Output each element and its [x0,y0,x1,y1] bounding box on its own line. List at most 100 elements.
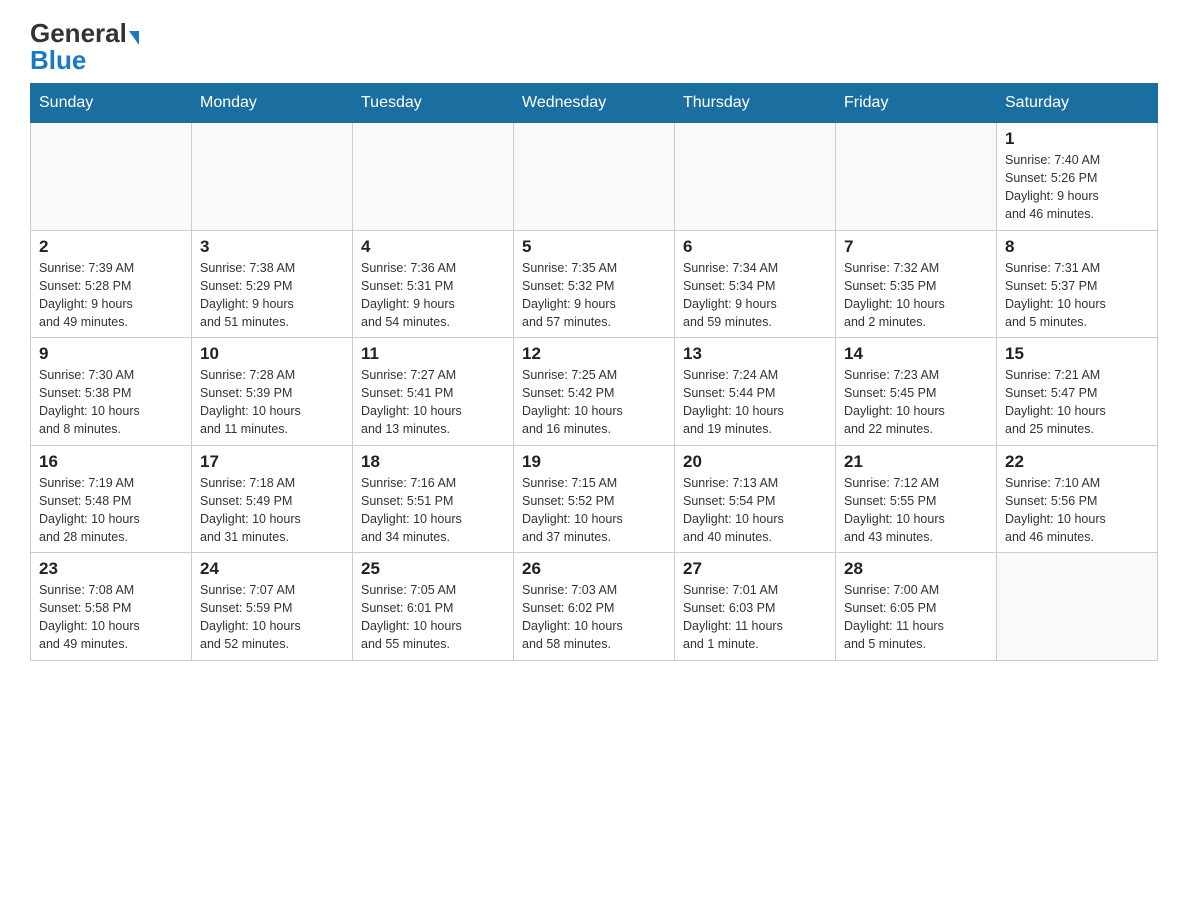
day-sun-info: Sunrise: 7:18 AM Sunset: 5:49 PM Dayligh… [200,474,344,547]
weekday-header-saturday: Saturday [997,84,1158,123]
calendar-cell: 23Sunrise: 7:08 AM Sunset: 5:58 PM Dayli… [31,553,192,661]
logo: General Blue [30,20,139,73]
day-sun-info: Sunrise: 7:21 AM Sunset: 5:47 PM Dayligh… [1005,366,1149,439]
calendar-cell [836,123,997,231]
calendar-cell [514,123,675,231]
day-number: 4 [361,237,505,257]
calendar-cell [675,123,836,231]
day-number: 18 [361,452,505,472]
calendar-cell: 4Sunrise: 7:36 AM Sunset: 5:31 PM Daylig… [353,230,514,338]
day-sun-info: Sunrise: 7:28 AM Sunset: 5:39 PM Dayligh… [200,366,344,439]
calendar-cell: 6Sunrise: 7:34 AM Sunset: 5:34 PM Daylig… [675,230,836,338]
weekday-header-friday: Friday [836,84,997,123]
day-number: 2 [39,237,183,257]
day-sun-info: Sunrise: 7:03 AM Sunset: 6:02 PM Dayligh… [522,581,666,654]
day-sun-info: Sunrise: 7:13 AM Sunset: 5:54 PM Dayligh… [683,474,827,547]
calendar-cell [31,123,192,231]
weekday-header-monday: Monday [192,84,353,123]
calendar-week-5: 23Sunrise: 7:08 AM Sunset: 5:58 PM Dayli… [31,553,1158,661]
day-sun-info: Sunrise: 7:00 AM Sunset: 6:05 PM Dayligh… [844,581,988,654]
day-number: 10 [200,344,344,364]
calendar-week-1: 1Sunrise: 7:40 AM Sunset: 5:26 PM Daylig… [31,123,1158,231]
calendar-cell: 19Sunrise: 7:15 AM Sunset: 5:52 PM Dayli… [514,445,675,553]
logo-triangle-icon [129,31,139,45]
day-sun-info: Sunrise: 7:36 AM Sunset: 5:31 PM Dayligh… [361,259,505,332]
calendar-cell: 21Sunrise: 7:12 AM Sunset: 5:55 PM Dayli… [836,445,997,553]
calendar-cell: 24Sunrise: 7:07 AM Sunset: 5:59 PM Dayli… [192,553,353,661]
calendar-cell: 26Sunrise: 7:03 AM Sunset: 6:02 PM Dayli… [514,553,675,661]
day-number: 27 [683,559,827,579]
day-number: 26 [522,559,666,579]
calendar-cell: 22Sunrise: 7:10 AM Sunset: 5:56 PM Dayli… [997,445,1158,553]
calendar-cell: 10Sunrise: 7:28 AM Sunset: 5:39 PM Dayli… [192,338,353,446]
day-number: 12 [522,344,666,364]
day-sun-info: Sunrise: 7:05 AM Sunset: 6:01 PM Dayligh… [361,581,505,654]
day-sun-info: Sunrise: 7:10 AM Sunset: 5:56 PM Dayligh… [1005,474,1149,547]
calendar-cell: 5Sunrise: 7:35 AM Sunset: 5:32 PM Daylig… [514,230,675,338]
day-sun-info: Sunrise: 7:07 AM Sunset: 5:59 PM Dayligh… [200,581,344,654]
calendar-table: SundayMondayTuesdayWednesdayThursdayFrid… [30,83,1158,661]
calendar-cell [192,123,353,231]
day-sun-info: Sunrise: 7:34 AM Sunset: 5:34 PM Dayligh… [683,259,827,332]
weekday-header-thursday: Thursday [675,84,836,123]
calendar-cell: 20Sunrise: 7:13 AM Sunset: 5:54 PM Dayli… [675,445,836,553]
day-number: 9 [39,344,183,364]
calendar-cell: 17Sunrise: 7:18 AM Sunset: 5:49 PM Dayli… [192,445,353,553]
calendar-cell: 18Sunrise: 7:16 AM Sunset: 5:51 PM Dayli… [353,445,514,553]
weekday-header-tuesday: Tuesday [353,84,514,123]
day-number: 17 [200,452,344,472]
day-number: 21 [844,452,988,472]
day-sun-info: Sunrise: 7:27 AM Sunset: 5:41 PM Dayligh… [361,366,505,439]
day-sun-info: Sunrise: 7:30 AM Sunset: 5:38 PM Dayligh… [39,366,183,439]
calendar-cell [997,553,1158,661]
weekday-header-row: SundayMondayTuesdayWednesdayThursdayFrid… [31,84,1158,123]
calendar-week-3: 9Sunrise: 7:30 AM Sunset: 5:38 PM Daylig… [31,338,1158,446]
calendar-week-4: 16Sunrise: 7:19 AM Sunset: 5:48 PM Dayli… [31,445,1158,553]
day-number: 25 [361,559,505,579]
day-number: 7 [844,237,988,257]
day-sun-info: Sunrise: 7:38 AM Sunset: 5:29 PM Dayligh… [200,259,344,332]
calendar-cell: 13Sunrise: 7:24 AM Sunset: 5:44 PM Dayli… [675,338,836,446]
day-sun-info: Sunrise: 7:24 AM Sunset: 5:44 PM Dayligh… [683,366,827,439]
calendar-cell: 9Sunrise: 7:30 AM Sunset: 5:38 PM Daylig… [31,338,192,446]
page-header: General Blue [30,20,1158,73]
logo-general-text: General [30,18,127,48]
day-sun-info: Sunrise: 7:23 AM Sunset: 5:45 PM Dayligh… [844,366,988,439]
calendar-cell: 11Sunrise: 7:27 AM Sunset: 5:41 PM Dayli… [353,338,514,446]
weekday-header-sunday: Sunday [31,84,192,123]
day-sun-info: Sunrise: 7:25 AM Sunset: 5:42 PM Dayligh… [522,366,666,439]
calendar-cell: 8Sunrise: 7:31 AM Sunset: 5:37 PM Daylig… [997,230,1158,338]
day-sun-info: Sunrise: 7:16 AM Sunset: 5:51 PM Dayligh… [361,474,505,547]
calendar-cell: 16Sunrise: 7:19 AM Sunset: 5:48 PM Dayli… [31,445,192,553]
day-number: 20 [683,452,827,472]
calendar-cell: 28Sunrise: 7:00 AM Sunset: 6:05 PM Dayli… [836,553,997,661]
day-sun-info: Sunrise: 7:32 AM Sunset: 5:35 PM Dayligh… [844,259,988,332]
day-number: 24 [200,559,344,579]
day-number: 15 [1005,344,1149,364]
day-sun-info: Sunrise: 7:35 AM Sunset: 5:32 PM Dayligh… [522,259,666,332]
day-number: 28 [844,559,988,579]
day-number: 13 [683,344,827,364]
calendar-cell: 2Sunrise: 7:39 AM Sunset: 5:28 PM Daylig… [31,230,192,338]
calendar-cell: 14Sunrise: 7:23 AM Sunset: 5:45 PM Dayli… [836,338,997,446]
calendar-cell: 12Sunrise: 7:25 AM Sunset: 5:42 PM Dayli… [514,338,675,446]
day-sun-info: Sunrise: 7:31 AM Sunset: 5:37 PM Dayligh… [1005,259,1149,332]
day-number: 19 [522,452,666,472]
calendar-cell: 27Sunrise: 7:01 AM Sunset: 6:03 PM Dayli… [675,553,836,661]
calendar-cell [353,123,514,231]
day-number: 16 [39,452,183,472]
calendar-cell: 15Sunrise: 7:21 AM Sunset: 5:47 PM Dayli… [997,338,1158,446]
calendar-cell: 3Sunrise: 7:38 AM Sunset: 5:29 PM Daylig… [192,230,353,338]
day-number: 1 [1005,129,1149,149]
calendar-cell: 1Sunrise: 7:40 AM Sunset: 5:26 PM Daylig… [997,123,1158,231]
calendar-week-2: 2Sunrise: 7:39 AM Sunset: 5:28 PM Daylig… [31,230,1158,338]
calendar-cell: 7Sunrise: 7:32 AM Sunset: 5:35 PM Daylig… [836,230,997,338]
day-sun-info: Sunrise: 7:39 AM Sunset: 5:28 PM Dayligh… [39,259,183,332]
calendar-cell: 25Sunrise: 7:05 AM Sunset: 6:01 PM Dayli… [353,553,514,661]
day-sun-info: Sunrise: 7:19 AM Sunset: 5:48 PM Dayligh… [39,474,183,547]
day-number: 23 [39,559,183,579]
day-number: 3 [200,237,344,257]
logo-general-line: General [30,20,139,47]
day-sun-info: Sunrise: 7:15 AM Sunset: 5:52 PM Dayligh… [522,474,666,547]
logo-blue-text: Blue [30,47,86,73]
